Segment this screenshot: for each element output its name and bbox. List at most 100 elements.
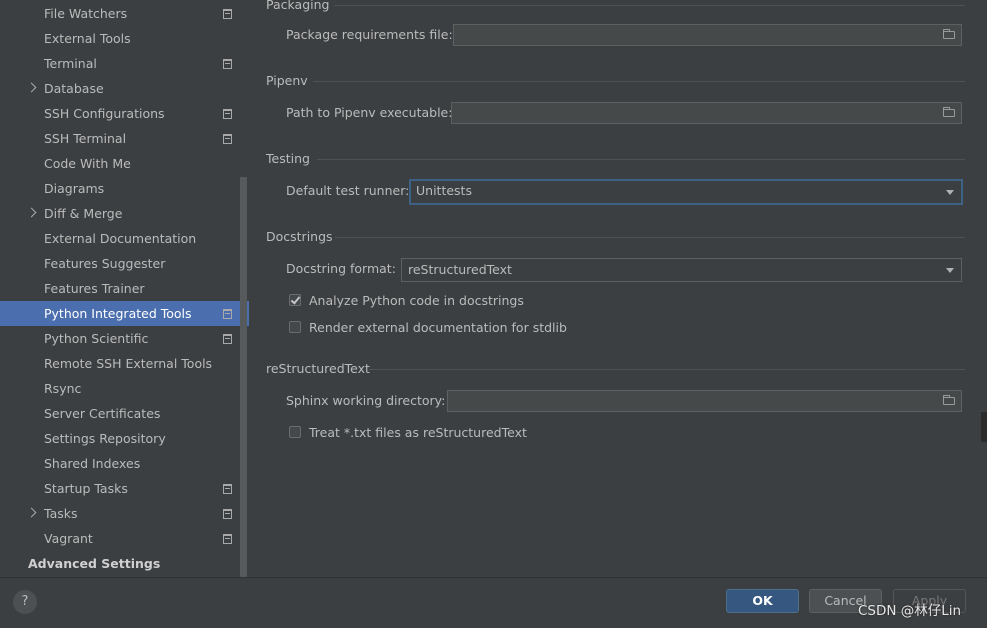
sidebar-item-label: Features Suggester (44, 256, 166, 271)
sidebar-item-server-certificates[interactable]: Server Certificates (0, 401, 240, 426)
settings-sidebar: File Watchers External Tools Terminal Da… (0, 0, 249, 577)
sidebar-item-label: Startup Tasks (44, 481, 128, 496)
section-divider (313, 81, 965, 82)
sidebar-item-database[interactable]: Database (0, 76, 240, 101)
sidebar-item-file-watchers[interactable]: File Watchers (0, 1, 240, 26)
sidebar-item-label: Diff & Merge (44, 206, 123, 221)
section-title-restructuredtext: reStructuredText (266, 361, 370, 376)
sidebar-scrollbar[interactable] (240, 177, 247, 577)
analyze-python-checkbox[interactable] (289, 294, 301, 306)
sidebar-item-label: Python Scientific (44, 331, 149, 346)
package-requirements-field[interactable] (453, 24, 962, 46)
sidebar-item-label: File Watchers (44, 6, 128, 21)
project-level-icon (223, 509, 232, 519)
chevron-right-icon[interactable] (26, 82, 37, 93)
sidebar-item-label: Database (44, 81, 104, 96)
project-level-icon (223, 484, 232, 494)
project-level-icon (223, 134, 232, 144)
sidebar-item-remote-ssh-external-tools[interactable]: Remote SSH External Tools (0, 351, 240, 376)
sidebar-item-ssh-terminal[interactable]: SSH Terminal (0, 126, 240, 151)
sidebar-item-advanced-settings[interactable]: Advanced Settings (0, 551, 240, 576)
sidebar-item-label: Vagrant (44, 531, 93, 546)
sidebar-item-shared-indexes[interactable]: Shared Indexes (0, 451, 240, 476)
sidebar-item-label: SSH Configurations (44, 106, 165, 121)
sidebar-item-label: Settings Repository (44, 431, 166, 446)
checkmark-icon (290, 294, 301, 305)
sphinx-directory-label: Sphinx working directory: (286, 393, 446, 408)
sidebar-item-external-tools[interactable]: External Tools (0, 26, 240, 51)
sidebar-item-diff-merge[interactable]: Diff & Merge (0, 201, 240, 226)
sidebar-item-ssh-configurations[interactable]: SSH Configurations (0, 101, 240, 126)
sidebar-item-label: Rsync (44, 381, 82, 396)
docstring-format-label: Docstring format: (286, 261, 396, 276)
chevron-right-icon[interactable] (26, 207, 37, 218)
analyze-python-label[interactable]: Analyze Python code in docstrings (309, 292, 524, 310)
package-requirements-label: Package requirements file: (286, 27, 453, 42)
sphinx-directory-field[interactable] (447, 390, 962, 412)
sidebar-item-tasks[interactable]: Tasks (0, 501, 240, 526)
sidebar-item-label: Remote SSH External Tools (44, 356, 213, 371)
chevron-right-icon[interactable] (26, 507, 37, 518)
folder-icon[interactable] (943, 107, 955, 117)
window-edge (981, 412, 987, 442)
render-external-docs-checkbox[interactable] (289, 321, 301, 333)
pipenv-path-field[interactable] (451, 102, 962, 124)
watermark: CSDN @林仔Lin (858, 603, 962, 619)
treat-txt-label[interactable]: Treat *.txt files as reStructuredText (309, 424, 527, 442)
sidebar-item-label: Terminal (44, 56, 97, 71)
sidebar-item-label: Server Certificates (44, 406, 161, 421)
sidebar-item-settings-repository[interactable]: Settings Repository (0, 426, 240, 451)
sidebar-item-vagrant[interactable]: Vagrant (0, 526, 240, 551)
sidebar-item-features-trainer[interactable]: Features Trainer (0, 276, 240, 301)
project-level-icon (223, 309, 232, 319)
section-divider (335, 237, 965, 238)
settings-content: Packaging Package requirements file: Pip… (249, 0, 987, 577)
dropdown-arrow-icon (946, 268, 954, 273)
sidebar-item-label: External Tools (44, 31, 131, 46)
sidebar-item-diagrams[interactable]: Diagrams (0, 176, 240, 201)
render-external-docs-label[interactable]: Render external documentation for stdlib (309, 319, 567, 337)
sidebar-item-features-suggester[interactable]: Features Suggester (0, 251, 240, 276)
sidebar-item-label: Features Trainer (44, 281, 145, 296)
pipenv-path-label: Path to Pipenv executable: (286, 105, 453, 120)
test-runner-dropdown[interactable]: Unittests (409, 179, 963, 205)
sidebar-item-rsync[interactable]: Rsync (0, 376, 240, 401)
section-divider (317, 159, 965, 160)
folder-icon[interactable] (943, 29, 955, 39)
sidebar-item-python-integrated-tools[interactable]: Python Integrated Tools (0, 301, 249, 326)
docstring-format-value: reStructuredText (408, 262, 512, 277)
project-level-icon (223, 534, 232, 544)
sidebar-item-label: Code With Me (44, 156, 131, 171)
sidebar-item-terminal[interactable]: Terminal (0, 51, 240, 76)
sidebar-item-python-scientific[interactable]: Python Scientific (0, 326, 240, 351)
sidebar-item-label: SSH Terminal (44, 131, 127, 146)
section-title-pipenv: Pipenv (266, 73, 308, 88)
sidebar-item-label: Advanced Settings (28, 556, 161, 571)
docstring-format-dropdown[interactable]: reStructuredText (401, 258, 962, 282)
section-title-packaging: Packaging (266, 0, 330, 12)
sidebar-item-code-with-me[interactable]: Code With Me (0, 151, 240, 176)
sidebar-item-label: External Documentation (44, 231, 197, 246)
sidebar-item-label: Tasks (44, 506, 78, 521)
folder-icon[interactable] (943, 395, 955, 405)
test-runner-label: Default test runner: (286, 183, 410, 198)
test-runner-value: Unittests (416, 183, 472, 198)
dropdown-arrow-icon (946, 190, 954, 195)
sidebar-item-startup-tasks[interactable]: Startup Tasks (0, 476, 240, 501)
ok-button[interactable]: OK (726, 589, 799, 613)
section-title-docstrings: Docstrings (266, 229, 333, 244)
sidebar-item-label: Shared Indexes (44, 456, 141, 471)
project-level-icon (223, 334, 232, 344)
section-title-testing: Testing (266, 151, 310, 166)
sidebar-item-external-documentation[interactable]: External Documentation (0, 226, 240, 251)
sidebar-item-label: Python Integrated Tools (44, 306, 192, 321)
project-level-icon (223, 9, 232, 19)
project-level-icon (223, 59, 232, 69)
dialog-footer: ? OK Cancel Apply CSDN @林仔Lin (0, 577, 987, 628)
help-icon[interactable]: ? (13, 590, 37, 614)
treat-txt-checkbox[interactable] (289, 426, 301, 438)
section-divider (334, 5, 965, 6)
section-divider (369, 369, 965, 370)
sidebar-item-label: Diagrams (44, 181, 105, 196)
project-level-icon (223, 109, 232, 119)
